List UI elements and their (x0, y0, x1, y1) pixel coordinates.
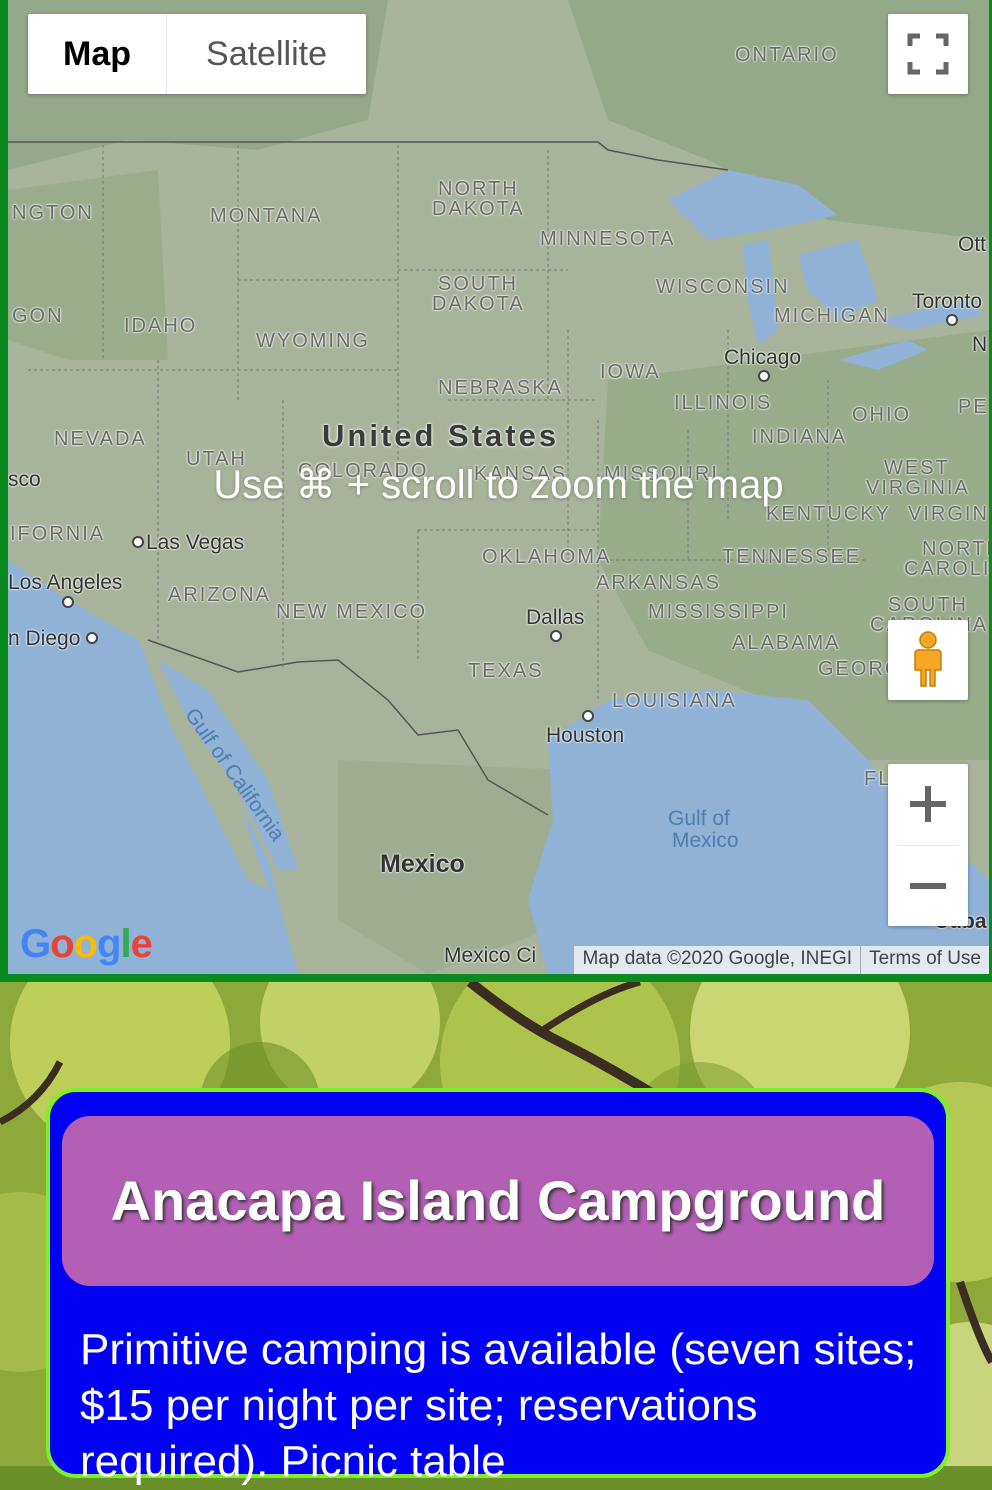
fullscreen-button[interactable] (888, 14, 968, 94)
region-label: MINNESOTA (540, 228, 676, 250)
city-marker (86, 632, 98, 644)
region-label: WISCONSIN (656, 276, 790, 298)
region-label: TENNESSEE (722, 546, 862, 568)
campground-card: Anacapa Island Campground Primitive camp… (46, 1088, 950, 1486)
map-type-satellite-button[interactable]: Satellite (167, 14, 366, 94)
region-label: NGTON (12, 202, 94, 224)
city-label: Dallas (526, 606, 585, 629)
region-label: GON (12, 305, 64, 327)
region-label: NEW MEXICO (276, 601, 428, 623)
region-label: PE (958, 396, 989, 418)
region-label: CAROLI (904, 558, 989, 580)
country-label-us: United States (322, 418, 560, 453)
scroll-zoom-hint: Use ⌘ + scroll to zoom the map (213, 463, 784, 507)
region-label: DAKOTA (432, 293, 525, 315)
city-label: Los Angeles (8, 571, 123, 594)
city-label: Mexico Ci (444, 944, 537, 967)
country-label-mexico: Mexico (380, 850, 465, 878)
region-label: TEXAS (468, 660, 544, 682)
zoom-out-button[interactable] (888, 846, 968, 926)
city-marker (62, 596, 74, 608)
region-label: INDIANA (752, 426, 848, 448)
region-label: MONTANA (210, 205, 323, 227)
region-label: ILLINOIS (674, 392, 773, 414)
city-label: Chicago (724, 346, 802, 369)
region-label: IDAHO (124, 315, 198, 337)
map-attribution: Map data ©2020 Google, INEGI Terms of Us… (574, 946, 989, 974)
zoom-in-button[interactable] (888, 764, 968, 844)
campground-description: Primitive camping is available (seven si… (80, 1325, 917, 1486)
region-label: ARKANSAS (596, 572, 721, 594)
region-label: DAKOTA (432, 198, 525, 220)
region-label: ONTARIO (735, 44, 839, 66)
region-label: LOUISIANA (612, 690, 737, 712)
pegman-icon (914, 631, 942, 687)
minus-icon (910, 883, 946, 889)
region-label: ALABAMA (732, 632, 841, 654)
map-frame: ONTARIO NGTON MONTANA NORTH DAKOTA MINNE… (0, 0, 992, 982)
terms-of-use-link[interactable]: Terms of Use (860, 946, 989, 974)
map-type-map-button[interactable]: Map (28, 14, 167, 94)
city-label: Ott (958, 233, 987, 256)
city-label: N (972, 333, 988, 356)
map-type-control: Map Satellite (28, 14, 366, 94)
plus-icon (910, 786, 946, 822)
street-view-pegman-button[interactable] (888, 620, 968, 700)
google-logo[interactable]: Google (20, 922, 153, 967)
city-label: Toronto (912, 290, 983, 313)
city-label: Las Vegas (146, 531, 245, 554)
region-label: IOWA (600, 361, 661, 383)
region-label: ARIZONA (168, 584, 271, 606)
map-canvas[interactable]: ONTARIO NGTON MONTANA NORTH DAKOTA MINNE… (8, 0, 989, 974)
city-marker (758, 370, 770, 382)
region-label: NEBRASKA (438, 377, 563, 399)
water-label: Mexico (672, 829, 739, 852)
city-marker (946, 314, 958, 326)
region-label: MISSISSIPPI (648, 601, 789, 623)
water-label: Gulf of (668, 807, 730, 830)
city-label: n Diego (8, 627, 81, 650)
region-label: WYOMING (256, 330, 370, 352)
city-marker (550, 630, 562, 642)
campground-title: Anacapa Island Campground (62, 1116, 934, 1286)
city-label: Houston (546, 724, 625, 747)
city-marker (582, 710, 594, 722)
fullscreen-icon (907, 33, 949, 75)
region-label: OKLAHOMA (482, 546, 612, 568)
region-label: NEVADA (54, 428, 147, 450)
region-label: IFORNIA (10, 523, 106, 545)
map-data-attribution: Map data ©2020 Google, INEGI (582, 948, 853, 969)
region-label: OHIO (852, 404, 912, 426)
region-label: MICHIGAN (774, 305, 890, 327)
zoom-control (888, 764, 968, 926)
city-marker (132, 536, 144, 548)
